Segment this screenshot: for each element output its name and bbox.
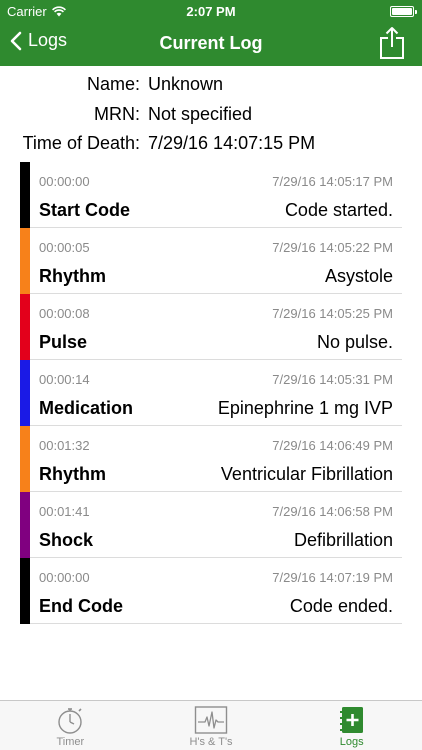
mrn-label: MRN:	[94, 103, 140, 124]
log-entry[interactable]: 00:00:00 7/29/16 14:05:17 PM Start Code Cod…	[20, 162, 402, 228]
event-type: End Code	[39, 596, 123, 616]
event-detail: Ventricular Fibrillation	[220, 464, 393, 484]
elapsed-time: 00:00:14	[39, 372, 90, 387]
share-icon[interactable]	[378, 26, 406, 60]
patient-info: Name: Unknown MRN: Not specified Time of…	[0, 70, 422, 159]
mrn-value: Not specified	[148, 103, 253, 124]
event-type: Start Code	[39, 200, 131, 220]
elapsed-time: 00:00:08	[39, 306, 90, 321]
time-of-death-row: Time of Death: 7/29/16 14:07:15 PM	[0, 129, 422, 159]
event-detail: Code started.	[284, 200, 393, 220]
event-type: Medication	[39, 398, 134, 418]
log-entry[interactable]: 00:00:00 7/29/16 14:07:19 PM End Code Code …	[20, 558, 402, 624]
status-time: 2:07 PM	[186, 4, 236, 19]
tab-hs-and-ts-label: H's & T's	[189, 736, 233, 748]
header: Carrier 2:07 PM Logs Current Log	[0, 0, 422, 66]
entry-timestamp: 7/29/16 14:07:19 PM	[272, 570, 393, 585]
name-row: Name: Unknown	[0, 70, 422, 100]
stopwatch-icon	[58, 708, 83, 734]
event-type: Rhythm	[39, 464, 106, 484]
event-type: Rhythm	[39, 266, 106, 286]
log-list: 00:00:00 7/29/16 14:05:17 PM Start Code Cod…	[20, 162, 402, 624]
time-of-death-label: Time of Death:	[22, 133, 140, 154]
battery-icon	[390, 6, 417, 17]
entry-timestamp: 7/29/16 14:06:49 PM	[272, 438, 393, 453]
elapsed-time: 00:00:00	[39, 174, 90, 189]
log-entry[interactable]: 00:01:32 7/29/16 14:06:49 PM Rhythm Ventric…	[20, 426, 402, 492]
ecg-monitor-icon	[194, 706, 228, 734]
page-title: Current Log	[159, 33, 263, 53]
name-label: Name:	[86, 74, 140, 95]
log-entry[interactable]: 00:00:05 7/29/16 14:05:22 PM Rhythm Asystol…	[20, 228, 402, 294]
event-type: Shock	[39, 530, 94, 550]
event-color-bar	[20, 162, 30, 228]
entry-timestamp: 7/29/16 14:05:31 PM	[272, 372, 393, 387]
entry-timestamp: 7/29/16 14:06:58 PM	[272, 504, 393, 519]
event-color-bar	[20, 558, 30, 624]
event-color-bar	[20, 492, 30, 558]
entry-timestamp: 7/29/16 14:05:17 PM	[272, 174, 393, 189]
event-detail: Code ended.	[289, 596, 393, 616]
event-color-bar	[20, 360, 30, 426]
event-color-bar	[20, 228, 30, 294]
name-value: Unknown	[148, 74, 224, 95]
tab-logs-label: Logs	[339, 736, 364, 748]
elapsed-time: 00:01:41	[39, 504, 90, 519]
logbook-icon	[339, 707, 363, 733]
mrn-row: MRN: Not specified	[0, 100, 422, 130]
tab-logs[interactable]: Logs	[281, 701, 422, 750]
tab-timer[interactable]: Timer	[0, 701, 141, 750]
navigation-bar: Logs Current Log	[0, 22, 422, 66]
entry-timestamp: 7/29/16 14:05:25 PM	[272, 306, 393, 321]
event-detail: Defibrillation	[293, 530, 393, 550]
elapsed-time: 00:00:05	[39, 240, 90, 255]
log-entry[interactable]: 00:01:41 7/29/16 14:06:58 PM Shock Defibril…	[20, 492, 402, 558]
event-color-bar	[20, 426, 30, 492]
time-of-death-value: 7/29/16 14:07:15 PM	[148, 133, 316, 154]
log-entry[interactable]: 00:00:14 7/29/16 14:05:31 PM Medication Epi…	[20, 360, 402, 426]
tab-timer-label: Timer	[56, 736, 85, 748]
log-entry[interactable]: 00:00:08 7/29/16 14:05:25 PM Pulse No pulse…	[20, 294, 402, 360]
status-bar: Carrier 2:07 PM	[0, 0, 422, 22]
tab-bar: Timer H's & T's Logs	[0, 700, 422, 750]
event-type: Pulse	[39, 332, 88, 352]
event-detail: Epinephrine 1 mg IVP	[217, 398, 393, 418]
entry-timestamp: 7/29/16 14:05:22 PM	[272, 240, 393, 255]
elapsed-time: 00:00:00	[39, 570, 90, 585]
elapsed-time: 00:01:32	[39, 438, 90, 453]
tab-hs-and-ts[interactable]: H's & T's	[141, 701, 282, 750]
event-detail: No pulse.	[316, 332, 393, 352]
event-color-bar	[20, 294, 30, 360]
event-detail: Asystole	[324, 266, 393, 286]
